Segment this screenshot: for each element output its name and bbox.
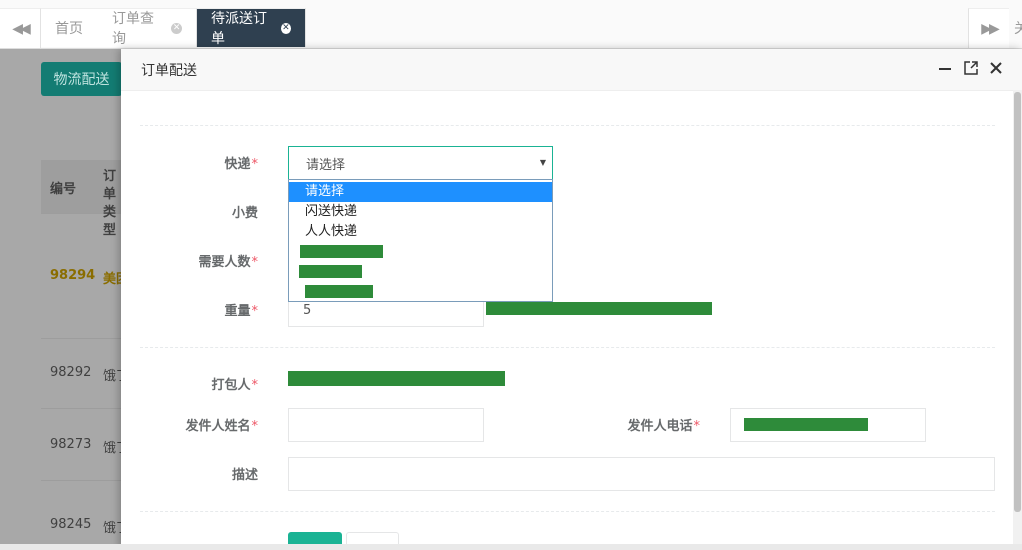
table-row[interactable]: 98245 饿了么: [41, 480, 131, 550]
redacted-text: [486, 302, 712, 315]
table-cell-id: 98273: [50, 437, 92, 452]
table-cell-id: 98294: [50, 268, 96, 283]
tab-label: 首页: [55, 21, 83, 37]
modal-title: 订单配送: [141, 63, 197, 79]
modal-scrollbar[interactable]: [1013, 90, 1022, 550]
table-cell-id: 98292: [50, 365, 92, 380]
scrollbar-thumb[interactable]: [1014, 92, 1021, 512]
table-header-row: 编号 订单类型: [41, 160, 131, 238]
express-select[interactable]: 请选择 ▼: [288, 146, 553, 180]
express-select-value: 请选择: [306, 157, 346, 173]
double-chevron-left-icon: ◀◀: [12, 20, 30, 37]
tab-order-query[interactable]: 订单查询 ✕: [98, 8, 197, 47]
scroll-tabs-left-button[interactable]: ◀◀: [0, 8, 41, 48]
close-menu-label[interactable]: 关: [1014, 18, 1022, 38]
redacted-phone: [744, 418, 868, 431]
table-header-cell: 编号: [50, 182, 77, 197]
express-label: 快递*: [224, 157, 258, 172]
express-option[interactable]: [289, 262, 552, 282]
caret-down-icon: ▼: [539, 158, 546, 167]
express-options-list: 请选择 闪送快递 人人快递: [288, 179, 553, 302]
close-icon[interactable]: [987, 59, 1005, 77]
redacted-option: [299, 265, 362, 278]
table-cell-type: 饿了么: [103, 441, 121, 456]
sender-phone-input[interactable]: [730, 408, 926, 442]
sender-name-label: 发件人姓名*: [185, 419, 258, 434]
double-chevron-right-icon: ▶▶: [981, 20, 999, 37]
close-tab-icon[interactable]: ✕: [280, 22, 291, 34]
delivery-modal: 订单配送 快递* 请选择 ▼ 小费 需要人数* 重量* 5 请选择 闪送快递 人…: [121, 49, 1022, 550]
tip-label: 小费: [231, 206, 258, 221]
maximize-icon[interactable]: [962, 59, 980, 77]
people-count-label: 需要人数*: [198, 255, 258, 270]
tab-bar: ◀◀ 首页 订单查询 ✕ 待派送订单 ✕ ▶▶ 关: [0, 0, 1022, 49]
redacted-option: [305, 285, 373, 298]
express-option[interactable]: 闪送快递: [289, 202, 552, 222]
tab-home[interactable]: 首页: [41, 8, 99, 47]
redacted-option: [300, 245, 383, 258]
table-row[interactable]: 98273 饿了么: [41, 408, 131, 481]
sender-name-input[interactable]: [288, 408, 484, 442]
description-label: 描述: [231, 468, 258, 483]
logistics-delivery-button[interactable]: 物流配送: [41, 62, 122, 96]
divider: [140, 511, 995, 512]
window-bottom-edge: [0, 544, 1022, 550]
description-input[interactable]: [288, 457, 995, 491]
tab-pending-delivery[interactable]: 待派送订单 ✕: [197, 8, 306, 47]
tab-label: 待派送订单: [211, 11, 267, 47]
table-cell-id: 98245: [50, 517, 92, 532]
minimize-icon[interactable]: [936, 59, 954, 77]
packer-label: 打包人*: [211, 378, 258, 393]
table-row[interactable]: 98294 美团: [41, 213, 131, 339]
express-option[interactable]: 请选择: [289, 182, 552, 202]
express-option[interactable]: 人人快递: [289, 222, 552, 242]
express-option[interactable]: [289, 282, 552, 302]
divider: [140, 347, 995, 348]
close-tab-icon[interactable]: ✕: [171, 22, 182, 34]
weight-label: 重量*: [224, 304, 258, 319]
table-cell-type: 饿了么: [103, 369, 121, 384]
weight-value: 5: [303, 302, 312, 318]
redacted-packer: [288, 371, 505, 386]
express-option[interactable]: [289, 242, 552, 262]
table-cell-type: 饿了么: [103, 521, 121, 536]
tab-label: 订单查询: [112, 11, 154, 47]
sender-phone-label: 发件人电话*: [627, 419, 700, 434]
table-row[interactable]: 98292 饿了么: [41, 338, 131, 409]
divider: [140, 125, 995, 126]
modal-header: 订单配送: [121, 49, 1022, 91]
table-cell-type: 美团: [103, 272, 121, 287]
scroll-tabs-right-button[interactable]: ▶▶: [968, 8, 1009, 48]
